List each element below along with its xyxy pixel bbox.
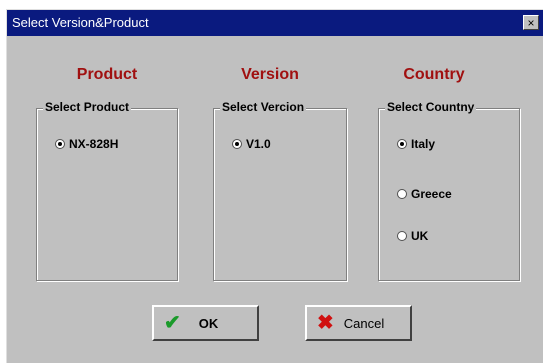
version-option-label: V1.0	[246, 137, 271, 151]
product-group-label: Select Product	[43, 100, 132, 114]
cancel-button-label: Cancel	[343, 315, 385, 331]
product-option-label: NX-828H	[69, 137, 119, 151]
version-group: Select Vercion V1.0	[213, 100, 347, 281]
product-heading: Product	[76, 66, 138, 83]
version-group-label: Select Vercion	[220, 100, 307, 114]
radio-button[interactable]	[397, 231, 407, 241]
x-icon: ✖	[317, 312, 334, 334]
product-option-nx828h[interactable]: NX-828H	[55, 137, 118, 151]
title-bar[interactable]: Select Version&Product ×	[7, 10, 543, 36]
country-option-italy[interactable]: Italy	[397, 137, 435, 151]
close-icon: ×	[527, 16, 535, 30]
country-group: Select Countny Italy Greece UK	[378, 100, 520, 281]
radio-button[interactable]	[232, 139, 242, 149]
version-option-v10[interactable]: V1.0	[232, 137, 271, 151]
radio-button[interactable]	[55, 139, 65, 149]
radio-button[interactable]	[397, 139, 407, 149]
country-option-label: Italy	[411, 137, 436, 151]
country-option-label: UK	[411, 229, 429, 243]
country-group-label: Select Countny	[385, 100, 477, 114]
radio-button[interactable]	[397, 189, 407, 199]
ok-button[interactable]: ✔ OK	[152, 305, 259, 341]
version-heading: Version	[241, 66, 299, 83]
check-icon: ✔	[164, 312, 181, 334]
country-option-label: Greece	[411, 187, 452, 201]
window-title: Select Version&Product	[12, 15, 149, 30]
country-option-uk[interactable]: UK	[397, 229, 428, 243]
cancel-button[interactable]: ✖ Cancel	[305, 305, 412, 341]
country-heading: Country	[403, 66, 465, 83]
dialog-window: Select Version&Product × Product Select …	[6, 9, 543, 363]
ok-button-label: OK	[198, 315, 219, 331]
product-group: Select Product NX-828H	[36, 100, 178, 281]
close-button[interactable]: ×	[523, 15, 539, 30]
country-option-greece[interactable]: Greece	[397, 187, 452, 201]
